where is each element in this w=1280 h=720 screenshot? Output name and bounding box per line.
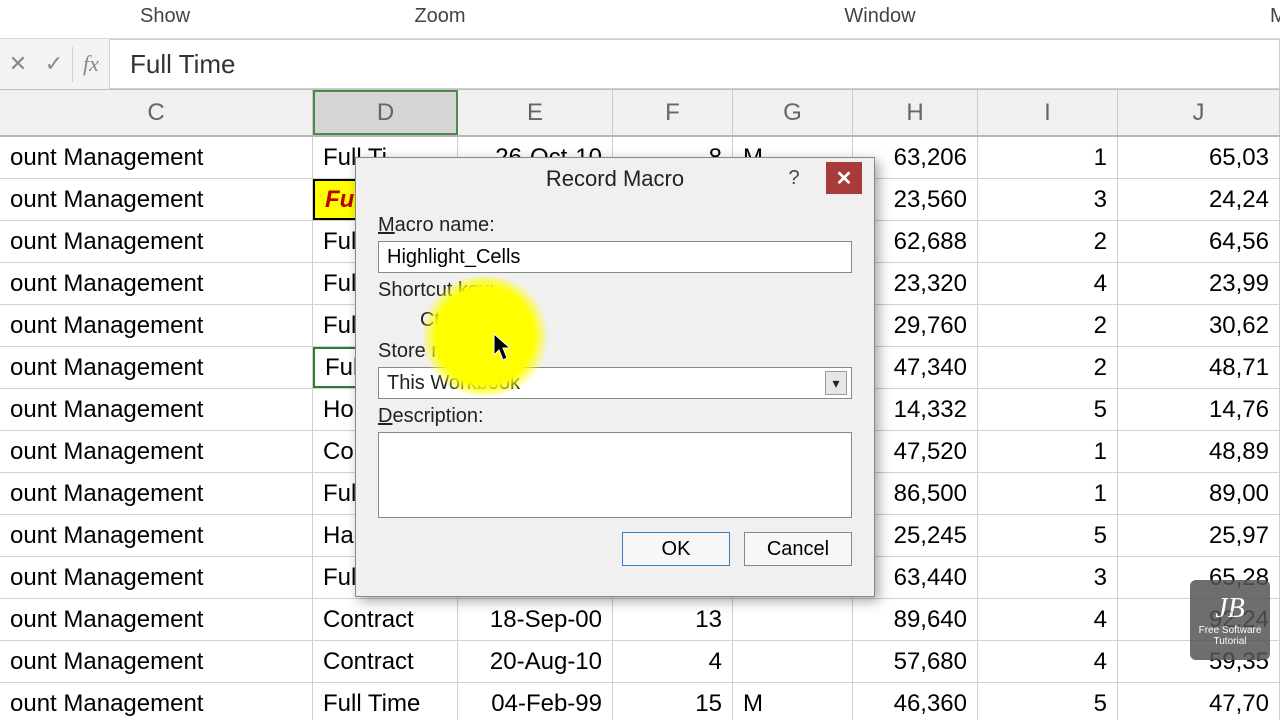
cell-c[interactable]: ount Management <box>0 641 313 682</box>
shortcut-key-label: Shortcut key: <box>378 279 852 302</box>
cell-d[interactable]: Contract <box>313 641 458 682</box>
cell-g[interactable]: M <box>733 683 853 720</box>
cell-c[interactable]: ount Management <box>0 557 313 598</box>
cell-c[interactable]: ount Management <box>0 263 313 304</box>
cell-c[interactable]: ount Management <box>0 305 313 346</box>
cell-g[interactable] <box>733 641 853 682</box>
macro-name-input[interactable] <box>378 241 852 273</box>
cell-j[interactable]: 24,24 <box>1118 179 1280 220</box>
col-header-i[interactable]: I <box>978 90 1118 135</box>
cell-f[interactable]: 4 <box>613 641 733 682</box>
cell-c[interactable]: ount Management <box>0 683 313 720</box>
cell-f[interactable]: 13 <box>613 599 733 640</box>
cell-c[interactable]: ount Management <box>0 431 313 472</box>
cell-j[interactable]: 30,62 <box>1118 305 1280 346</box>
cancel-button[interactable]: Cancel <box>744 532 852 566</box>
watermark-line2: Tutorial <box>1214 636 1247 647</box>
cell-j[interactable]: 89,00 <box>1118 473 1280 514</box>
cell-i[interactable]: 2 <box>978 305 1118 346</box>
cell-j[interactable]: 48,71 <box>1118 347 1280 388</box>
cell-g[interactable] <box>733 599 853 640</box>
cell-c[interactable]: ount Management <box>0 221 313 262</box>
cell-i[interactable]: 4 <box>978 263 1118 304</box>
col-header-j[interactable]: J <box>1118 90 1280 135</box>
cell-i[interactable]: 1 <box>978 431 1118 472</box>
cell-h[interactable]: 46,360 <box>853 683 978 720</box>
cell-i[interactable]: 3 <box>978 557 1118 598</box>
cell-c[interactable]: ount Management <box>0 137 313 178</box>
cell-i[interactable]: 5 <box>978 389 1118 430</box>
cell-j[interactable]: 65,03 <box>1118 137 1280 178</box>
cell-i[interactable]: 4 <box>978 599 1118 640</box>
cell-c[interactable]: ount Management <box>0 599 313 640</box>
macro-name-label: Macro name: <box>378 214 852 237</box>
cancel-icon[interactable]: ✕ <box>0 39 36 89</box>
cell-c[interactable]: ount Management <box>0 347 313 388</box>
close-icon[interactable]: ✕ <box>826 162 862 194</box>
dialog-titlebar[interactable]: Record Macro ? ✕ <box>356 158 874 200</box>
cell-j[interactable]: 48,89 <box>1118 431 1280 472</box>
ribbon-group-show: Show <box>0 0 330 38</box>
store-macro-in-label: Store macro in: <box>378 340 852 363</box>
col-header-c[interactable]: C <box>0 90 313 135</box>
cell-f[interactable]: 15 <box>613 683 733 720</box>
col-header-f[interactable]: F <box>613 90 733 135</box>
cell-i[interactable]: 2 <box>978 221 1118 262</box>
cell-h[interactable]: 89,640 <box>853 599 978 640</box>
fx-icon[interactable]: fx <box>73 39 109 89</box>
cell-d[interactable]: Full Time <box>313 683 458 720</box>
dialog-title: Record Macro <box>546 166 684 192</box>
enter-icon[interactable]: ✓ <box>36 39 72 89</box>
cell-j[interactable]: 23,99 <box>1118 263 1280 304</box>
cell-c[interactable]: ount Management <box>0 473 313 514</box>
col-header-g[interactable]: G <box>733 90 853 135</box>
cell-i[interactable]: 1 <box>978 473 1118 514</box>
cell-i[interactable]: 2 <box>978 347 1118 388</box>
ribbon-group-macros: Macros <box>1210 0 1280 38</box>
shortcut-prefix: Ctrl+ <box>420 309 463 332</box>
cell-d[interactable]: Contract <box>313 599 458 640</box>
shortcut-key-input[interactable] <box>469 306 497 334</box>
description-label: Description: <box>378 405 852 428</box>
watermark-logo-text: JB <box>1215 593 1245 625</box>
cell-c[interactable]: ount Management <box>0 179 313 220</box>
cell-e[interactable]: 04-Feb-99 <box>458 683 613 720</box>
cell-i[interactable]: 5 <box>978 683 1118 720</box>
table-row: ount ManagementFull Time04-Feb-9915M46,3… <box>0 683 1280 720</box>
col-header-e[interactable]: E <box>458 90 613 135</box>
cell-c[interactable]: ount Management <box>0 515 313 556</box>
cell-i[interactable]: 5 <box>978 515 1118 556</box>
formula-value[interactable]: Full Time <box>109 39 1280 89</box>
cell-i[interactable]: 3 <box>978 179 1118 220</box>
cell-j[interactable]: 25,97 <box>1118 515 1280 556</box>
table-row: ount ManagementContract18-Sep-0013 89,640… <box>0 599 1280 641</box>
cell-j[interactable]: 47,70 <box>1118 683 1280 720</box>
watermark-line1: Free Software <box>1199 625 1262 636</box>
ribbon-group-window: Window <box>550 0 1210 38</box>
cell-j[interactable]: 64,56 <box>1118 221 1280 262</box>
ribbon-group-labels: Show Zoom Window Macros <box>0 0 1280 39</box>
help-icon[interactable]: ? <box>776 162 812 194</box>
col-header-d[interactable]: D <box>313 90 458 135</box>
formula-bar: ✕ ✓ fx Full Time <box>0 39 1280 90</box>
store-macro-in-value: This Workbook <box>387 372 520 395</box>
cell-i[interactable]: 1 <box>978 137 1118 178</box>
store-macro-in-select[interactable]: This Workbook ▾ <box>378 367 852 399</box>
table-row: ount ManagementContract20-Aug-10457,6804… <box>0 641 1280 683</box>
cell-c[interactable]: ount Management <box>0 389 313 430</box>
record-macro-dialog: Record Macro ? ✕ Macro name: Shortcut ke… <box>355 157 875 597</box>
cell-j[interactable]: 14,76 <box>1118 389 1280 430</box>
cell-e[interactable]: 18-Sep-00 <box>458 599 613 640</box>
chevron-down-icon[interactable]: ▾ <box>825 371 847 395</box>
column-headers: C D E F G H I J <box>0 90 1280 137</box>
description-textarea[interactable] <box>378 432 852 518</box>
ok-button[interactable]: OK <box>622 532 730 566</box>
cell-h[interactable]: 57,680 <box>853 641 978 682</box>
cell-i[interactable]: 4 <box>978 641 1118 682</box>
watermark-logo: JB Free Software Tutorial <box>1190 580 1270 660</box>
col-header-h[interactable]: H <box>853 90 978 135</box>
ribbon-group-zoom: Zoom <box>330 0 550 38</box>
cell-e[interactable]: 20-Aug-10 <box>458 641 613 682</box>
